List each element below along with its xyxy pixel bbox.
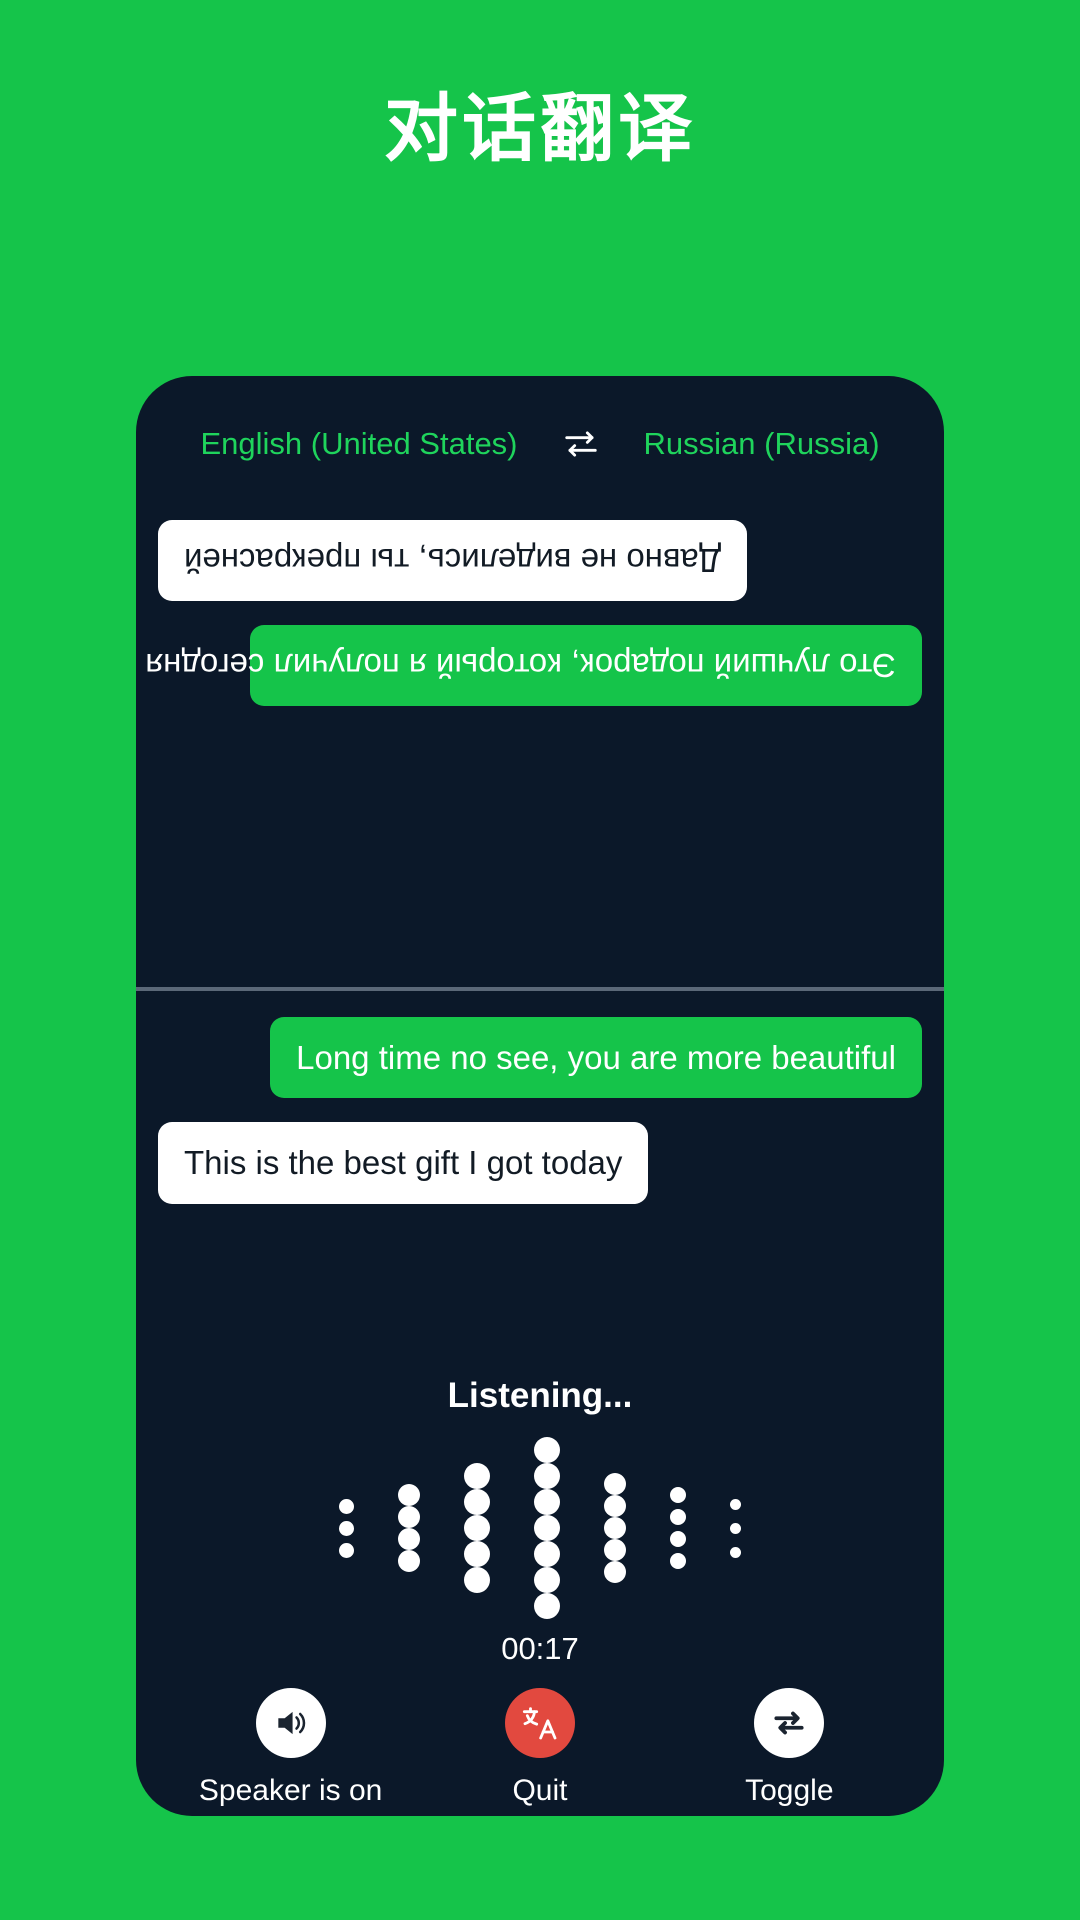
quit-button-label: Quit xyxy=(512,1774,568,1807)
message-bubble-source[interactable]: This is the best gift I got today xyxy=(158,1122,649,1204)
waveform-dot xyxy=(670,1531,686,1547)
language-bar: English (United States) Russian (Russia) xyxy=(136,408,944,480)
waveform-dot xyxy=(534,1515,560,1541)
waveform-dot xyxy=(534,1567,560,1593)
waveform-dot xyxy=(534,1437,560,1463)
waveform-dot xyxy=(398,1506,420,1528)
toggle-button-label: Toggle xyxy=(745,1774,834,1807)
waveform-dot xyxy=(398,1550,420,1572)
message-row: Это лучший подарок, который я получил се… xyxy=(145,601,922,707)
waveform-dot xyxy=(604,1517,626,1539)
waveform-dot xyxy=(534,1593,560,1619)
swap-repeat-icon[interactable] xyxy=(754,1688,825,1758)
waveform-dot xyxy=(730,1546,741,1558)
waveform-dot xyxy=(464,1541,490,1567)
message-row: This is the best gift I got today xyxy=(158,1122,922,1227)
target-language-selector[interactable]: Russian (Russia) xyxy=(644,426,880,462)
waveform-dot xyxy=(670,1487,686,1503)
quit-button[interactable]: Quit xyxy=(425,1688,655,1808)
waveform-dot xyxy=(534,1541,560,1567)
speaker-button[interactable]: Speaker is on xyxy=(176,1688,406,1808)
translate-icon[interactable] xyxy=(504,1688,575,1758)
waveform-dot xyxy=(339,1520,354,1536)
waveform-dot xyxy=(464,1463,490,1489)
waveform-column xyxy=(730,1498,741,1558)
waveform-dot xyxy=(670,1553,686,1569)
waveform-dot xyxy=(339,1498,354,1514)
waveform-dot xyxy=(339,1542,354,1558)
page-title: 对话翻译 xyxy=(384,87,696,170)
waveform-dot xyxy=(604,1495,626,1517)
translation-panel: English (United States) Russian (Russia)… xyxy=(136,376,944,1816)
waveform-dot xyxy=(604,1539,626,1561)
waveform-dot xyxy=(534,1489,560,1515)
waveform-column xyxy=(398,1484,420,1572)
waveform-dot xyxy=(464,1567,490,1593)
waveform-dot xyxy=(534,1463,560,1489)
waveform-dot xyxy=(604,1473,626,1495)
waveform-dot xyxy=(604,1561,626,1583)
message-bubble-source[interactable]: Long time no see, you are more beautiful xyxy=(270,1017,922,1099)
swap-horizontal-icon[interactable] xyxy=(562,425,600,463)
waveform-column xyxy=(339,1498,354,1558)
source-language-selector[interactable]: English (United States) xyxy=(200,426,517,462)
message-bubble-translated[interactable]: Давно не виделись, ты прекрасней xyxy=(158,520,748,602)
conversation-bottom: Long time no see, you are more beautiful… xyxy=(136,991,944,1321)
waveform-column xyxy=(464,1463,490,1593)
waveform-dot xyxy=(730,1522,741,1534)
waveform-dot xyxy=(730,1498,741,1510)
recording-timer: 00:17 xyxy=(501,1631,579,1666)
waveform-dot xyxy=(464,1515,490,1541)
conversation-top-rotated: Это лучший подарок, который я получил се… xyxy=(136,480,944,987)
waveform-column xyxy=(670,1487,686,1569)
waveform-dot xyxy=(464,1489,490,1515)
waveform-dot xyxy=(670,1509,686,1525)
message-row: Long time no see, you are more beautiful xyxy=(158,1017,922,1122)
waveform-column xyxy=(604,1473,626,1583)
speaker-button-label: Speaker is on xyxy=(198,1774,383,1807)
speaker-on-icon[interactable] xyxy=(255,1688,326,1758)
waveform-dot xyxy=(398,1484,420,1506)
waveform-dot xyxy=(398,1528,420,1550)
audio-waveform xyxy=(136,1428,944,1628)
waveform-column xyxy=(534,1437,560,1619)
listening-status-label: Listening... xyxy=(447,1376,633,1415)
toggle-button[interactable]: Toggle xyxy=(674,1688,904,1808)
message-bubble-translated[interactable]: Это лучший подарок, который я получил се… xyxy=(145,625,922,707)
message-row: Давно не виделись, ты прекрасней xyxy=(158,496,922,602)
control-bar: Speaker is on Quit Toggle xyxy=(136,1688,944,1808)
